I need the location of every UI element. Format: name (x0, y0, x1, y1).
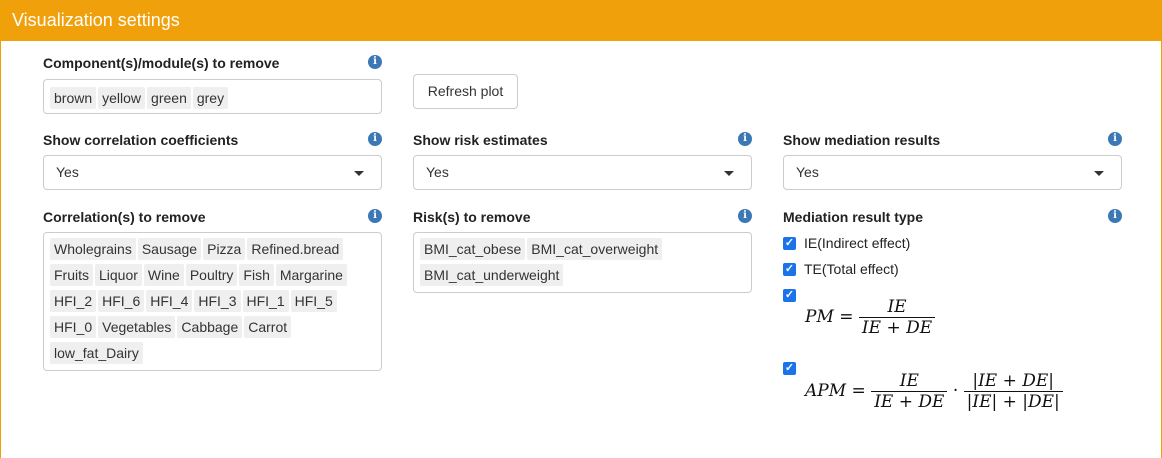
components-input[interactable]: brown yellow green grey (43, 79, 382, 114)
pm-lhs: PM (805, 307, 834, 327)
component-tag[interactable]: green (147, 87, 191, 109)
correlations-label: Correlation(s) to remove (43, 209, 206, 225)
apm-lhs: APM (805, 381, 847, 401)
show-risk-label: Show risk estimates (413, 132, 548, 148)
caret-down-icon (724, 171, 734, 176)
correlation-tag[interactable]: Fruits (50, 264, 93, 286)
correlation-tag[interactable]: Pizza (203, 238, 246, 260)
risks-group: Risk(s) to remove i BMI_cat_obese BMI_cat… (413, 209, 752, 293)
option-ie[interactable]: ✓ IE(Indirect effect) (783, 234, 1122, 260)
info-icon[interactable]: i (738, 132, 752, 146)
correlation-tag[interactable]: HFI_3 (194, 290, 241, 312)
correlation-tag[interactable]: HFI_5 (290, 290, 337, 312)
show-mediation-select[interactable]: Yes (783, 155, 1122, 190)
correlation-tag[interactable]: Sausage (137, 238, 202, 260)
correlation-tag[interactable]: Fish (239, 264, 274, 286)
correlation-tag[interactable]: HFI_6 (98, 290, 145, 312)
info-icon[interactable]: i (368, 209, 382, 223)
correlation-tag[interactable]: HFI_1 (242, 290, 289, 312)
component-tag[interactable]: brown (50, 87, 97, 109)
option-ie-label: IE(Indirect effect) (804, 235, 911, 251)
correlations-input[interactable]: Wholegrains Sausage Pizza Refined.bread Frui… (43, 232, 382, 371)
correlation-tag[interactable]: Margarine (275, 264, 347, 286)
refresh-plot-button[interactable]: Refresh plot (413, 74, 518, 109)
info-icon[interactable]: i (1108, 132, 1122, 146)
show-risk-value: Yes (426, 164, 449, 180)
show-mediation-value: Yes (796, 164, 819, 180)
correlation-tag[interactable]: Carrot (244, 316, 292, 338)
correlation-tag[interactable]: Vegetables (98, 316, 176, 338)
mediation-type-label: Mediation result type (783, 209, 924, 225)
components-group: Component(s)/module(s) to remove i brown… (43, 55, 382, 114)
risks-input[interactable]: BMI_cat_obese BMI_cat_overweight BMI_cat_u… (413, 232, 752, 293)
correlation-tag[interactable]: HFI_4 (146, 290, 193, 312)
apm-formula: APM = IE IE + DE · |IE + DE| |IE| + |DE| (805, 371, 1063, 412)
info-icon[interactable]: i (368, 55, 382, 69)
checkbox-checked-icon[interactable]: ✓ (783, 237, 796, 250)
option-te[interactable]: ✓ TE(Total effect) (783, 260, 1122, 286)
pm-numerator: IE (887, 297, 907, 317)
apm-numerator-2: |IE + DE| (972, 371, 1055, 391)
pm-formula: PM = IE IE + DE (805, 297, 936, 338)
caret-down-icon (354, 171, 364, 176)
apm-numerator-1: IE (899, 371, 919, 391)
info-icon[interactable]: i (1108, 209, 1122, 223)
show-correlation-select[interactable]: Yes (43, 155, 382, 190)
visualization-settings-panel: Visualization settings Component(s)/modu… (0, 0, 1162, 458)
panel-title: Visualization settings (1, 0, 1161, 41)
pm-denominator: IE + DE (858, 317, 936, 338)
components-label: Component(s)/module(s) to remove (43, 55, 280, 71)
show-mediation-label: Show mediation results (783, 132, 941, 148)
correlation-tag[interactable]: Cabbage (177, 316, 243, 338)
risks-label: Risk(s) to remove (413, 209, 531, 225)
mediation-type-group: Mediation result type i ✓ IE(Indirect ef… (783, 209, 1122, 439)
correlation-tag[interactable]: low_fat_Dairy (50, 342, 143, 364)
info-icon[interactable]: i (738, 209, 752, 223)
option-te-label: TE(Total effect) (804, 261, 899, 277)
show-risk-group: Show risk estimates i Yes (413, 132, 752, 190)
show-risk-select[interactable]: Yes (413, 155, 752, 190)
correlations-group: Correlation(s) to remove i Wholegrains Sa… (43, 209, 382, 371)
risk-tag[interactable]: BMI_cat_obese (420, 238, 526, 260)
show-mediation-group: Show mediation results i Yes (783, 132, 1122, 190)
apm-denominator-1: IE + DE (871, 391, 948, 412)
show-correlation-label: Show correlation coefficients (43, 132, 239, 148)
correlation-tag[interactable]: HFI_2 (50, 290, 97, 312)
risk-tag[interactable]: BMI_cat_underweight (420, 264, 564, 286)
show-correlation-group: Show correlation coefficients i Yes (43, 132, 382, 190)
info-icon[interactable]: i (368, 132, 382, 146)
checkbox-checked-icon[interactable]: ✓ (783, 289, 796, 302)
correlation-tag[interactable]: Poultry (185, 264, 238, 286)
correlation-tag[interactable]: Wine (143, 264, 184, 286)
correlation-tag[interactable]: Liquor (95, 264, 142, 286)
show-correlation-value: Yes (56, 164, 79, 180)
caret-down-icon (1094, 171, 1104, 176)
correlation-tag[interactable]: HFI_0 (50, 316, 97, 338)
component-tag[interactable]: yellow (98, 87, 146, 109)
checkbox-checked-icon[interactable]: ✓ (783, 263, 796, 276)
apm-denominator-2: |IE| + |DE| (963, 391, 1063, 412)
correlation-tag[interactable]: Wholegrains (50, 238, 136, 260)
component-tag[interactable]: grey (192, 87, 229, 109)
correlation-tag[interactable]: Refined.bread (247, 238, 344, 260)
risk-tag[interactable]: BMI_cat_overweight (527, 238, 663, 260)
checkbox-checked-icon[interactable]: ✓ (783, 362, 796, 375)
